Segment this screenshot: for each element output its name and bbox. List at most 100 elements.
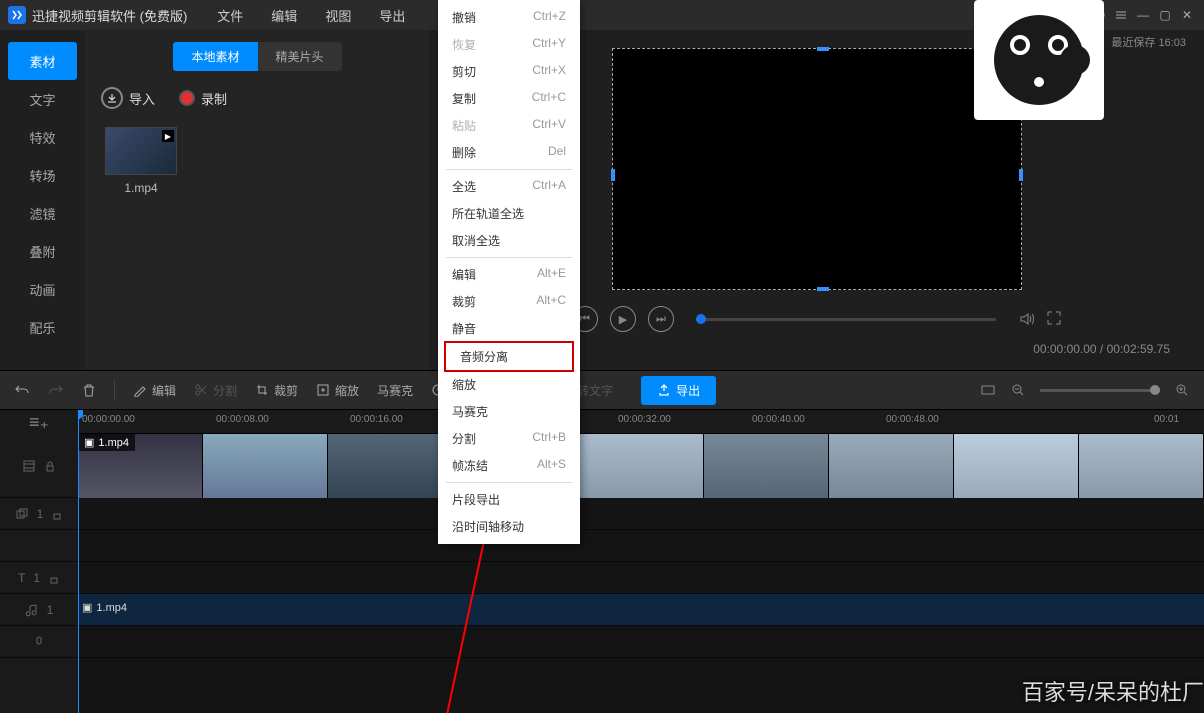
toolbar: 编辑 分割 裁剪 缩放 马赛克 时长 配音 语音转文字 导出 <box>0 370 1204 410</box>
ctx-delete[interactable]: 删除Del <box>438 139 580 166</box>
tab-local-assets[interactable]: 本地素材 <box>173 42 257 71</box>
ctx-split[interactable]: 分割Ctrl+B <box>438 425 580 452</box>
nav-text[interactable]: 文字 <box>0 80 85 118</box>
volume-icon[interactable] <box>1018 310 1036 328</box>
zoom-tool[interactable]: 缩放 <box>316 382 359 399</box>
menu-file[interactable]: 文件 <box>217 6 243 25</box>
ctx-crop[interactable]: 裁剪Alt+C <box>438 288 580 315</box>
asset-thumbnail[interactable]: ▶ 1.mp4 <box>105 127 177 195</box>
add-track-button[interactable]: ≡₊ <box>0 410 78 434</box>
menu-icon[interactable] <box>1112 6 1130 24</box>
menu-export[interactable]: 导出 <box>379 6 405 25</box>
play-badge-icon: ▶ <box>162 130 174 142</box>
ctx-select-track[interactable]: 所在轨道全选 <box>438 200 580 227</box>
text-icon: T <box>18 571 25 585</box>
delete-button[interactable] <box>82 383 96 397</box>
nav-overlay[interactable]: 叠附 <box>0 232 85 270</box>
ctx-paste[interactable]: 粘贴Ctrl+V <box>438 112 580 139</box>
ctx-mute[interactable]: 静音 <box>438 315 580 342</box>
ctx-detach-audio[interactable]: 音频分离 <box>446 343 572 370</box>
audio-clip: ▣1.mp4 <box>82 601 127 614</box>
ctx-copy[interactable]: 复制Ctrl+C <box>438 85 580 112</box>
preview-frame[interactable] <box>612 48 1022 290</box>
video-clip[interactable]: ▣1.mp4 <box>78 434 1204 498</box>
video-track[interactable]: ▣1.mp4 <box>78 434 1204 498</box>
export-icon <box>657 383 671 397</box>
play-button[interactable]: ▶ <box>610 306 636 332</box>
nav-assets[interactable]: 素材 <box>8 42 77 80</box>
video-track-head[interactable] <box>0 434 78 498</box>
import-button[interactable]: 导入 <box>101 87 155 109</box>
menubar: 文件 编辑 视图 导出 <box>217 6 405 25</box>
context-menu: 撤销Ctrl+Z 恢复Ctrl+Y 剪切Ctrl+X 复制Ctrl+C 粘贴Ct… <box>438 0 580 544</box>
menu-view[interactable]: 视图 <box>325 6 351 25</box>
text-track[interactable] <box>78 562 1204 594</box>
last-save: 最近保存 16:03 <box>1111 34 1186 50</box>
asset-name: 1.mp4 <box>105 181 177 195</box>
crop-tool[interactable]: 裁剪 <box>255 382 298 399</box>
overlay-icon <box>15 507 29 521</box>
fit-icon[interactable] <box>980 382 996 398</box>
overlay-track-head-2[interactable] <box>0 530 78 562</box>
record-icon <box>179 90 195 106</box>
timeline: ≡₊ 1 T1 1 00:00:00.00 00:00:08.00 00:00:… <box>0 410 1204 713</box>
avatar-overlay <box>974 0 1104 120</box>
close-button[interactable]: ✕ <box>1178 6 1196 24</box>
split-tool[interactable]: 分割 <box>194 382 237 399</box>
nav-effects[interactable]: 特效 <box>0 118 85 156</box>
ctx-select-all[interactable]: 全选Ctrl+A <box>438 173 580 200</box>
edit-tool[interactable]: 编辑 <box>133 382 176 399</box>
nav-filter[interactable]: 滤镜 <box>0 194 85 232</box>
mosaic-tool[interactable]: 马赛克 <box>377 382 413 399</box>
clip-icon: ▣ <box>84 436 94 449</box>
ctx-edit[interactable]: 编辑Alt+E <box>438 261 580 288</box>
tab-title-clips[interactable]: 精美片头 <box>258 42 342 71</box>
redo-button[interactable] <box>48 382 64 398</box>
film-icon <box>22 459 36 473</box>
progress-bar[interactable] <box>696 318 996 321</box>
ctx-deselect[interactable]: 取消全选 <box>438 227 580 254</box>
ctx-freeze[interactable]: 帧冻结Alt+S <box>438 452 580 479</box>
time-display: 00:00:00.00 / 00:02:59.75 <box>1033 342 1170 359</box>
nav-animation[interactable]: 动画 <box>0 270 85 308</box>
ctx-redo[interactable]: 恢复Ctrl+Y <box>438 31 580 58</box>
nav-music[interactable]: 配乐 <box>0 308 85 346</box>
ctx-undo[interactable]: 撤销Ctrl+Z <box>438 4 580 31</box>
record-button[interactable]: 录制 <box>179 89 227 108</box>
ctx-cut[interactable]: 剪切Ctrl+X <box>438 58 580 85</box>
playhead[interactable] <box>78 410 79 713</box>
app-title: 迅捷视频剪辑软件 (免费版) <box>32 6 187 25</box>
app-icon <box>8 6 26 24</box>
left-nav: 素材 文字 特效 转场 滤镜 叠附 动画 配乐 <box>0 30 85 370</box>
fullscreen-icon[interactable] <box>1046 310 1062 328</box>
voice-track[interactable] <box>78 626 1204 658</box>
clip-icon: ▣ <box>82 601 92 614</box>
overlay-track-head[interactable]: 1 <box>0 498 78 530</box>
voice-track-head[interactable] <box>0 626 78 658</box>
nav-transition[interactable]: 转场 <box>0 156 85 194</box>
ctx-move-timeline[interactable]: 沿时间轴移动 <box>438 513 580 540</box>
lock-icon[interactable] <box>44 460 56 472</box>
next-frame-button[interactable]: ⏭ <box>648 306 674 332</box>
zoom-out-icon[interactable] <box>1010 382 1026 398</box>
mic-icon <box>32 635 46 649</box>
watermark: 百家号/呆呆的杜厂 <box>1022 675 1204 707</box>
time-ruler[interactable]: 00:00:00.00 00:00:08.00 00:00:16.00 00:0… <box>78 410 1204 434</box>
export-button[interactable]: 导出 <box>641 376 716 405</box>
music-icon <box>25 603 39 617</box>
menu-edit[interactable]: 编辑 <box>271 6 297 25</box>
zoom-slider[interactable] <box>1040 389 1160 392</box>
undo-button[interactable] <box>14 382 30 398</box>
audio-track[interactable]: ▣1.mp4 <box>78 594 1204 626</box>
ctx-export-segment[interactable]: 片段导出 <box>438 486 580 513</box>
overlay-track[interactable] <box>78 498 1204 530</box>
maximize-button[interactable]: ▢ <box>1156 6 1174 24</box>
text-track-head[interactable]: T1 <box>0 562 78 594</box>
minimize-button[interactable]: — <box>1134 6 1152 24</box>
overlay-track-2[interactable] <box>78 530 1204 562</box>
audio-track-head[interactable]: 1 <box>0 594 78 626</box>
ctx-mosaic[interactable]: 马赛克 <box>438 398 580 425</box>
lock-icon[interactable] <box>51 508 63 520</box>
zoom-in-icon[interactable] <box>1174 382 1190 398</box>
ctx-zoom[interactable]: 缩放 <box>438 371 580 398</box>
